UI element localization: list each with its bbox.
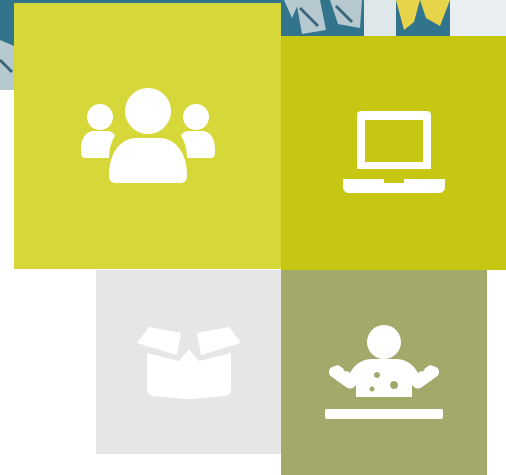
box-tile[interactable] [96,270,281,454]
tile-grid [0,0,506,475]
laptop-icon [342,111,445,193]
team-tile[interactable] [14,3,281,269]
laptop-tile[interactable] [281,36,506,270]
open-box-icon [136,327,241,399]
presenter-podium-icon [325,324,443,419]
users-group-icon [80,88,215,183]
presenter-tile[interactable] [281,270,487,475]
